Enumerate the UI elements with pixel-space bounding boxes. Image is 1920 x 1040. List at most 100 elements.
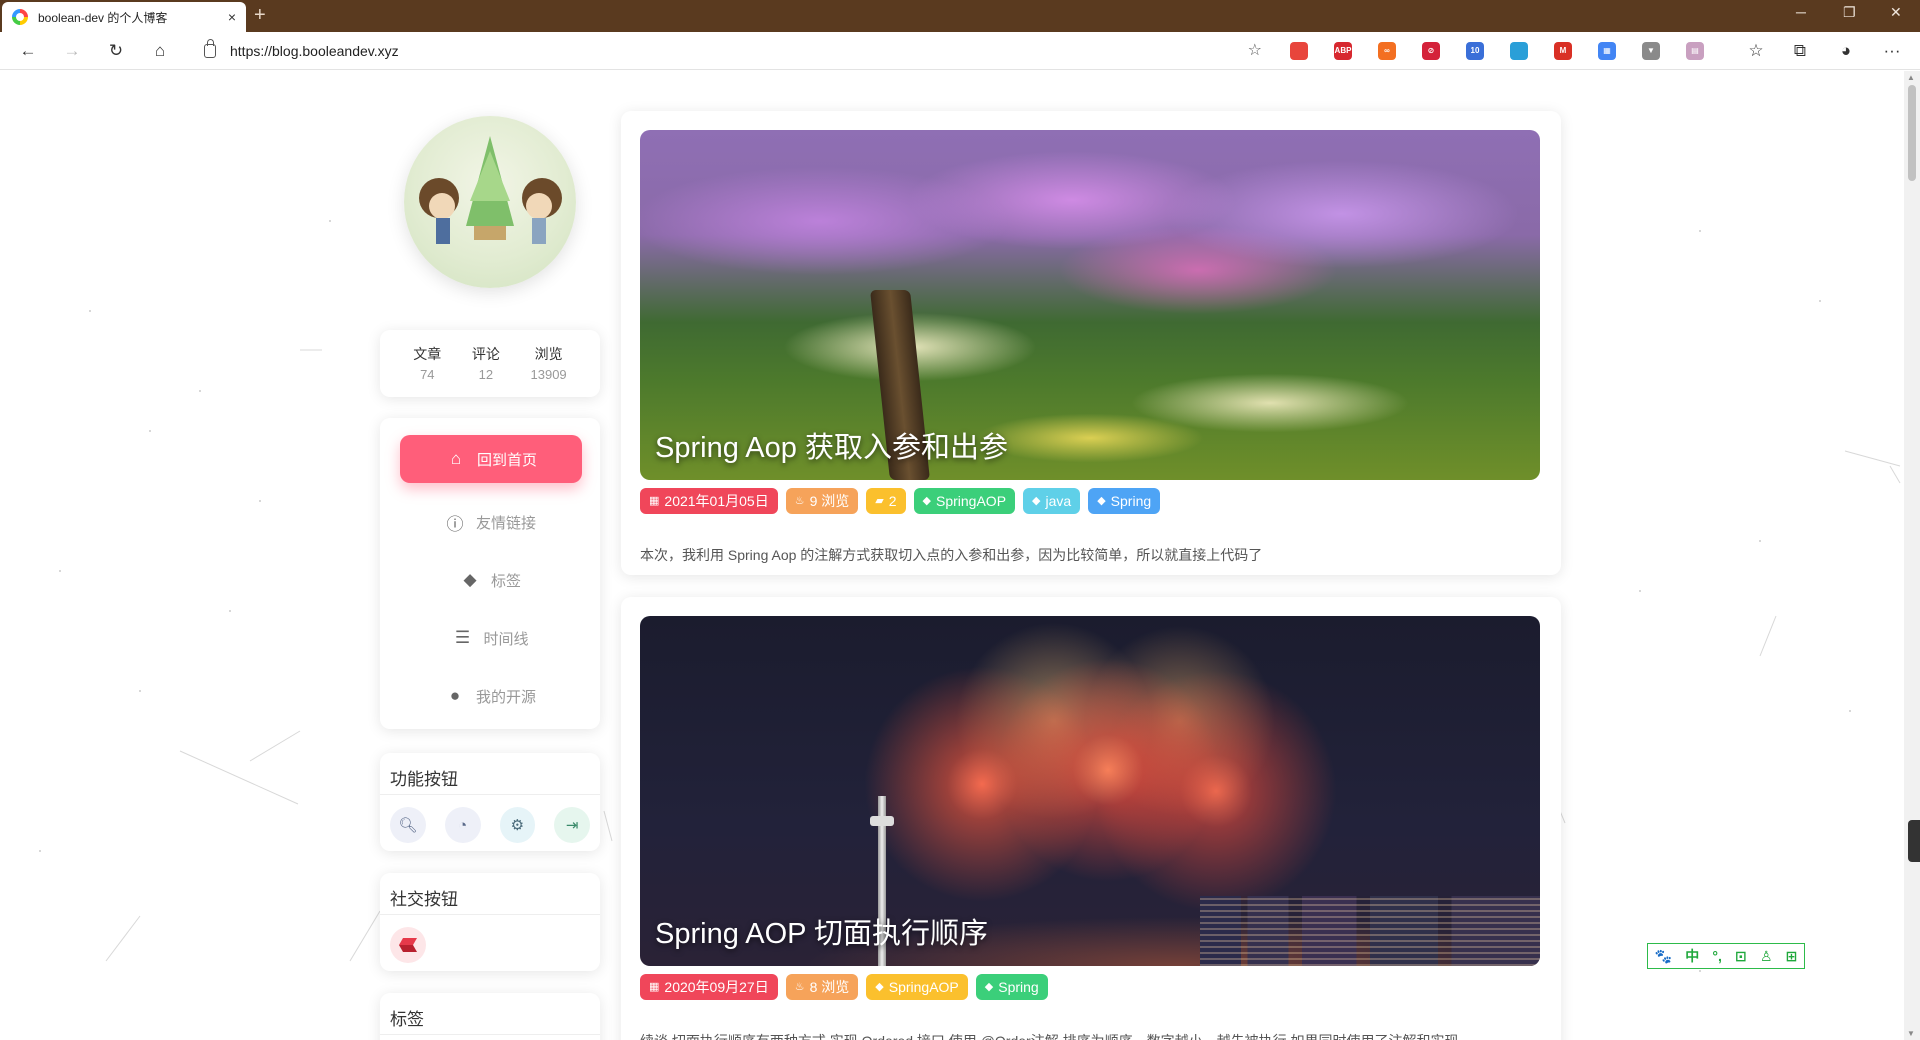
- stat-articles[interactable]: 文章 74: [413, 344, 441, 397]
- tag-label: Spring: [998, 979, 1039, 995]
- shield-icon[interactable]: [1510, 42, 1528, 60]
- forward-button[interactable]: →: [60, 40, 84, 62]
- widget-title: 社交按钮: [380, 873, 600, 915]
- post-title[interactable]: Spring AOP 切面执行顺序: [655, 910, 988, 952]
- url-text[interactable]: https://blog.booleandev.xyz: [230, 43, 399, 59]
- add-favorite-icon[interactable]: ☆: [1248, 40, 1262, 60]
- scroll-down-icon[interactable]: ▼: [1907, 1029, 1915, 1038]
- apps-badge-icon[interactable]: 10: [1466, 42, 1484, 60]
- calendar-icon: ▦: [649, 981, 660, 993]
- address-bar[interactable]: https://blog.booleandev.xyz ☆: [190, 37, 1270, 65]
- date-badge: ▦ 2021年01月05日: [640, 488, 778, 514]
- post-card[interactable]: Spring Aop 获取入参和出参 ▦ 2021年01月05日 ♨ 9 浏览 ▰ 2…: [621, 111, 1561, 575]
- ime-button-5[interactable]: ⊞: [1786, 948, 1798, 965]
- date-text: 2020年09月27日: [664, 979, 769, 995]
- post-cover-image[interactable]: Spring AOP 切面执行顺序: [640, 616, 1540, 966]
- stat-label: 文章: [413, 346, 442, 362]
- collections-icon[interactable]: ⧉: [1788, 40, 1812, 62]
- window-close-button[interactable]: ✕: [1890, 4, 1902, 21]
- info-icon: ⓘ: [446, 514, 464, 534]
- reload-button[interactable]: ↻: [104, 40, 128, 62]
- ime-button-1[interactable]: 中: [1685, 946, 1699, 966]
- social-button[interactable]: [390, 927, 426, 963]
- post-tag[interactable]: ◆ Spring: [975, 974, 1048, 1000]
- stat-views[interactable]: 浏览 13909: [531, 344, 567, 397]
- logout-button[interactable]: ⇥: [554, 807, 590, 843]
- browser-tab-bar: boolean-dev 的个人博客 × + ─ ❐ ✕: [0, 0, 1920, 32]
- tags-widget: 标签: [380, 993, 600, 1040]
- menu-item-label: 友情链接: [475, 514, 536, 532]
- menu-item-label: 我的开源: [475, 688, 536, 706]
- post-tag[interactable]: ◆ SpringAOP: [866, 974, 968, 1000]
- page-scrollbar[interactable]: ▲ ▼: [1904, 71, 1920, 1040]
- post-excerpt: 续谈 切面执行顺序有两种方式 实现 Ordered 接口 使用 @Order注解…: [640, 1031, 1458, 1040]
- ime-button-3[interactable]: ⊡: [1735, 948, 1747, 965]
- menu-item-timeline[interactable]: ☰ 时间线: [380, 609, 600, 667]
- post-cover-image[interactable]: Spring Aop 获取入参和出参: [640, 130, 1540, 480]
- post-tag[interactable]: ◆ SpringAOP: [913, 488, 1016, 514]
- favorites-icon[interactable]: ☆: [1744, 40, 1768, 62]
- browser-tab[interactable]: boolean-dev 的个人博客 ×: [2, 2, 246, 32]
- ime-button-0[interactable]: 🐾: [1655, 948, 1672, 965]
- menu-item-home[interactable]: ⌂ 回到首页: [400, 435, 582, 483]
- post-title[interactable]: Spring Aop 获取入参和出参: [655, 424, 1008, 466]
- nav-menu: ⌂ 回到首页 ⓘ 友情链接 ◆ 标签 ☰ 时间线 ● 我的开源: [380, 418, 600, 729]
- author-avatar[interactable]: [404, 116, 576, 288]
- post-tag[interactable]: ◆ Spring: [1088, 488, 1161, 514]
- vue-devtools-icon[interactable]: ▼: [1642, 42, 1660, 60]
- infinity-icon[interactable]: ∞: [1378, 42, 1396, 60]
- post-meta-tags: ▦ 2021年01月05日 ♨ 9 浏览 ▰ 2 ◆ SpringAOP ◆ java ◆…: [640, 488, 1161, 514]
- back-button[interactable]: ←: [16, 40, 40, 62]
- github-icon: ●: [449, 686, 461, 705]
- scroll-up-icon[interactable]: ▲: [1907, 73, 1915, 82]
- views-badge: ♨ 8 浏览: [785, 974, 859, 1000]
- comments-badge: ▰ 2: [866, 488, 906, 514]
- stat-value: 12: [478, 367, 494, 382]
- tag-icon: ◆: [875, 981, 884, 993]
- chrome-logo-icon[interactable]: [1290, 42, 1308, 60]
- minimize-button[interactable]: ─: [1796, 4, 1806, 20]
- date-badge: ▦ 2020年09月27日: [640, 974, 778, 1000]
- more-menu-icon[interactable]: ···: [1880, 40, 1904, 62]
- search-button[interactable]: 🔍︎: [390, 807, 426, 843]
- menu-item-links[interactable]: ⓘ 友情链接: [380, 493, 600, 551]
- function-buttons-row: 🔍︎ ◔ ⚙ ⇥: [380, 795, 600, 855]
- menu-item-tags[interactable]: ◆ 标签: [380, 551, 600, 609]
- scrollbar-thumb[interactable]: [1908, 85, 1916, 181]
- gmail-icon[interactable]: M: [1554, 42, 1572, 60]
- tab-close-icon[interactable]: ×: [228, 9, 236, 25]
- menu-item-label: 回到首页: [476, 451, 537, 469]
- post-excerpt: 本次，我利用 Spring Aop 的注解方式获取切入点的入参和出参，因为比较简…: [640, 547, 1263, 563]
- settings-button[interactable]: ⚙: [499, 807, 536, 843]
- chart-icon[interactable]: ▦: [1598, 42, 1616, 60]
- stat-value: 13909: [530, 367, 567, 382]
- social-buttons-row: [380, 915, 600, 975]
- widget-title: 标签: [380, 993, 600, 1035]
- menu-item-label: 时间线: [483, 630, 529, 648]
- menu-item-opensource[interactable]: ● 我的开源: [380, 667, 600, 725]
- tag-label: Spring: [1110, 493, 1152, 509]
- ime-button-4[interactable]: ♙: [1760, 948, 1773, 965]
- function-buttons-widget: 功能按钮 🔍︎ ◔ ⚙ ⇥: [380, 753, 600, 851]
- post-tag[interactable]: ◆ java: [1023, 488, 1081, 514]
- lock-icon: [204, 39, 216, 58]
- new-tab-button[interactable]: +: [254, 4, 266, 27]
- rss-button[interactable]: ◔: [444, 807, 481, 843]
- city-skyline: [1200, 896, 1540, 966]
- tag-icon: ◆: [984, 981, 994, 993]
- restore-button[interactable]: ❐: [1843, 4, 1856, 21]
- home-button[interactable]: ⌂: [148, 40, 172, 62]
- tag-icon: ◆: [922, 495, 931, 507]
- stat-value: 74: [420, 367, 435, 382]
- stats-card: 文章 74 评论 12 浏览 13909: [380, 330, 600, 397]
- post-card[interactable]: Spring AOP 切面执行顺序 ▦ 2020年09月27日 ♨ 8 浏览 ◆ Sp…: [621, 597, 1561, 1040]
- tag-label: SpringAOP: [936, 493, 1007, 509]
- reader-icon[interactable]: ▤: [1686, 42, 1704, 60]
- adblock-plus-icon[interactable]: ABP: [1334, 42, 1352, 60]
- profile-avatar-icon[interactable]: ◕: [1834, 40, 1858, 62]
- block-icon[interactable]: ⊘: [1422, 42, 1440, 60]
- side-panel-handle[interactable]: [1908, 820, 1920, 862]
- stat-comments[interactable]: 评论 12: [472, 344, 500, 397]
- ime-button-2[interactable]: °,: [1712, 948, 1722, 964]
- avatar-illustration: [419, 136, 562, 244]
